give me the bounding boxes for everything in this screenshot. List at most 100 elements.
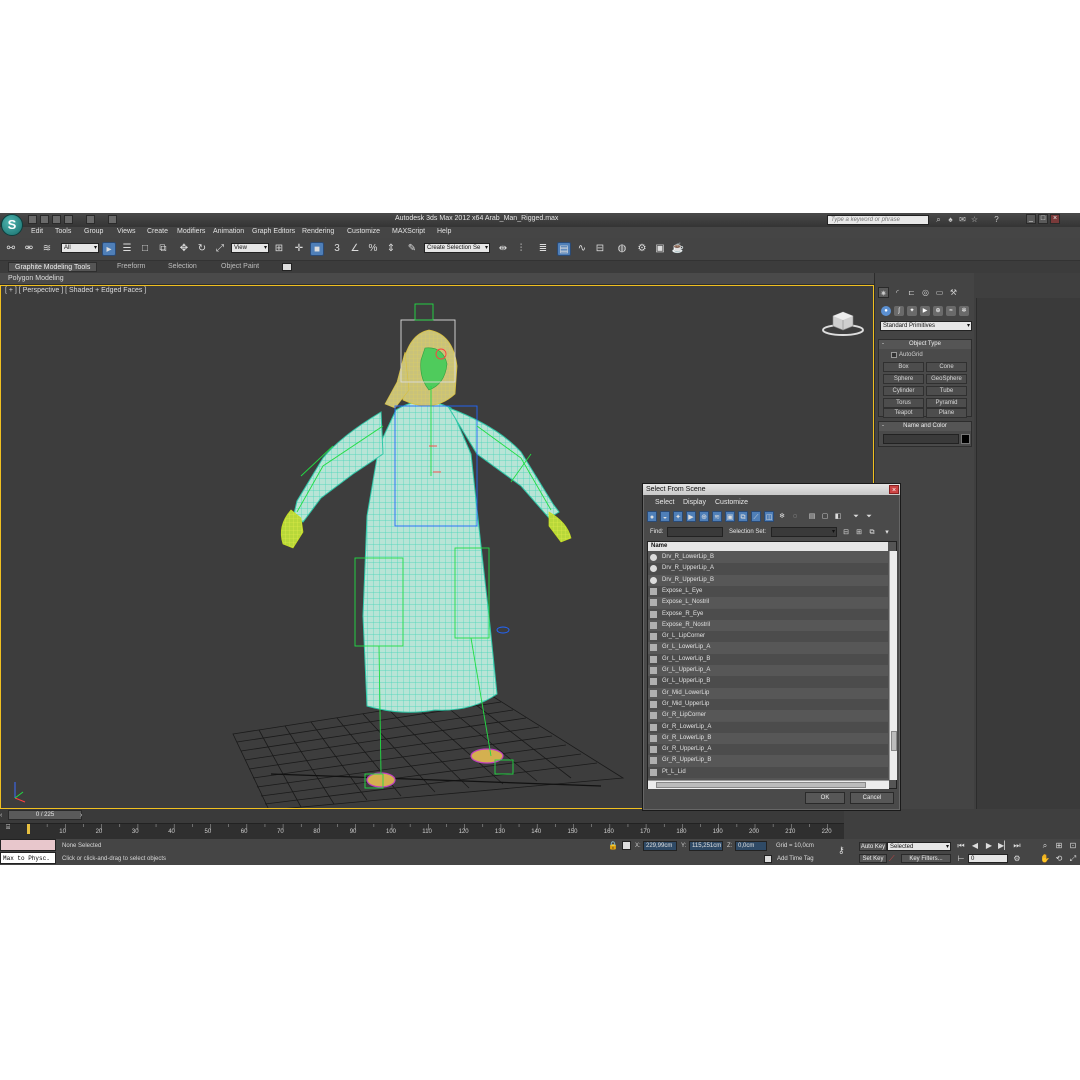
object-list-item[interactable]: Expose_L_Eye xyxy=(648,585,888,598)
orbit-icon[interactable]: ⟲ xyxy=(1054,854,1064,864)
display-groups-icon[interactable]: ▣ xyxy=(725,511,735,522)
go-to-end-icon[interactable]: ⏭ xyxy=(1012,841,1022,851)
help-icon[interactable]: ? xyxy=(992,215,1001,224)
viewcube-icon[interactable] xyxy=(821,308,865,338)
x-coord-field[interactable]: 229,99cm xyxy=(643,841,677,851)
set-key-button[interactable]: Set Key xyxy=(859,854,887,863)
slider-next-icon[interactable]: › xyxy=(80,811,87,820)
object-list-item[interactable]: Gr_L_UpperLip_A xyxy=(648,665,888,677)
object-list-item[interactable]: Gr_L_LowerLip_A xyxy=(648,642,888,654)
edit-named-selection-icon[interactable]: ✎ xyxy=(405,242,419,256)
field-of-view-icon[interactable]: ✋ xyxy=(1040,854,1050,864)
menu-modifiers[interactable]: Modifiers xyxy=(177,228,205,235)
render-production-icon[interactable]: ☕ xyxy=(671,242,685,256)
display-all-icon[interactable]: ▤ xyxy=(807,511,817,522)
tab-selection[interactable]: Selection xyxy=(162,262,203,272)
material-editor-icon[interactable]: ◍ xyxy=(615,242,629,256)
object-list-item[interactable]: Gr_L_UpperLip_B xyxy=(648,676,888,688)
align-icon[interactable]: ⫶ xyxy=(514,242,528,256)
systems-icon[interactable]: ✲ xyxy=(959,306,969,316)
geosphere-button[interactable]: GeoSphere xyxy=(926,374,967,384)
favorites-icon[interactable]: ☆ xyxy=(970,215,979,224)
menu-tools[interactable]: Tools xyxy=(55,228,71,235)
menu-maxscript[interactable]: MAXScript xyxy=(392,228,425,235)
tab-freeform[interactable]: Freeform xyxy=(111,262,151,272)
box-button[interactable]: Box xyxy=(883,362,924,372)
space-warps-icon[interactable]: ≈ xyxy=(946,306,956,316)
object-color-swatch[interactable] xyxy=(961,434,970,444)
reference-coordinate-dropdown[interactable]: View xyxy=(231,243,269,253)
undo-icon[interactable] xyxy=(64,215,73,224)
project-folder-icon[interactable] xyxy=(108,215,117,224)
filter-options-icon[interactable]: ⏷ xyxy=(864,511,874,522)
object-name-input[interactable] xyxy=(883,434,959,444)
list-horizontal-scroll-thumb[interactable] xyxy=(656,782,866,788)
zoom-extents-icon[interactable]: ⊡ xyxy=(1068,841,1078,851)
menu-group[interactable]: Group xyxy=(84,228,103,235)
set-key-icon[interactable]: ⚷ xyxy=(838,845,852,855)
sphere-button[interactable]: Sphere xyxy=(883,374,924,384)
cylinder-button[interactable]: Cylinder xyxy=(883,386,924,396)
select-object-icon[interactable]: ▸ xyxy=(102,242,116,256)
object-list-item[interactable]: Drv_R_LowerLip_B xyxy=(648,552,888,564)
window-crossing-icon[interactable]: ⧉ xyxy=(156,242,170,256)
tab-graphite-modeling-tools[interactable]: Graphite Modeling Tools xyxy=(8,262,98,272)
helpers-icon[interactable]: ⊕ xyxy=(933,306,943,316)
dialog-menu-customize[interactable]: Customize xyxy=(715,499,748,506)
mini-curve-editor-icon[interactable]: ⌸ xyxy=(6,824,18,834)
find-input[interactable] xyxy=(667,527,723,537)
utilities-tab-icon[interactable]: ⚒ xyxy=(948,287,959,298)
time-configuration-icon[interactable]: ⚙ xyxy=(1012,854,1022,864)
shapes-icon[interactable]: ʃ xyxy=(894,306,904,316)
dialog-options-icon[interactable]: ▾ xyxy=(882,527,892,538)
pyramid-button[interactable]: Pyramid xyxy=(926,398,967,408)
display-helpers-icon[interactable]: ⊕ xyxy=(699,511,709,522)
menu-help[interactable]: Help xyxy=(437,228,451,235)
link-icon[interactable]: ⚯ xyxy=(4,242,18,256)
object-list-item[interactable]: Expose_L_Nostril xyxy=(648,597,888,609)
time-tag-icon[interactable] xyxy=(764,855,772,863)
new-file-icon[interactable] xyxy=(28,215,37,224)
render-setup-icon[interactable]: ⚙ xyxy=(635,242,649,256)
display-shapes-icon[interactable]: ◒ xyxy=(660,511,670,522)
zoom-icon[interactable]: ⌕ xyxy=(1040,841,1050,851)
display-hidden-icon[interactable]: ◌ xyxy=(790,511,800,522)
menu-animation[interactable]: Animation xyxy=(213,228,244,235)
key-filters-button[interactable]: Key Filters... xyxy=(901,854,951,863)
name-and-color-header[interactable]: Name and Color xyxy=(879,422,971,431)
select-by-name-icon[interactable]: ☰ xyxy=(120,242,134,256)
display-xrefs-icon[interactable]: ⧉ xyxy=(738,511,748,522)
key-mode-dropdown[interactable]: Selected xyxy=(887,842,951,851)
next-frame-icon[interactable]: ▶▏ xyxy=(998,841,1010,851)
display-space-warps-icon[interactable]: ≋ xyxy=(712,511,722,522)
hierarchy-view-icon[interactable]: ⊟ xyxy=(841,527,851,538)
display-bones-icon[interactable]: ⟋ xyxy=(751,511,761,522)
rendered-frame-icon[interactable]: ▣ xyxy=(653,242,667,256)
lights-icon[interactable]: ✦ xyxy=(907,306,917,316)
motion-tab-icon[interactable]: ◎ xyxy=(920,287,931,298)
list-horizontal-scrollbar[interactable] xyxy=(648,780,889,789)
dialog-menu-display[interactable]: Display xyxy=(683,499,706,506)
previous-frame-icon[interactable]: ◀ xyxy=(970,841,980,851)
menu-edit[interactable]: Edit xyxy=(31,228,43,235)
tab-object-paint[interactable]: Object Paint xyxy=(215,262,265,272)
autogrid-checkbox[interactable] xyxy=(891,352,897,358)
dialog-menu-select[interactable]: Select xyxy=(655,499,674,506)
dialog-close-button[interactable]: × xyxy=(889,485,899,494)
display-tab-icon[interactable]: ▭ xyxy=(934,287,945,298)
select-dependents-icon[interactable]: ⧉ xyxy=(867,527,877,538)
cone-button[interactable]: Cone xyxy=(926,362,967,372)
viewport-label[interactable]: [ + ] [ Perspective ] [ Shaded + Edged F… xyxy=(5,287,146,294)
keyboard-shortcut-override-icon[interactable]: ■ xyxy=(310,242,324,256)
display-none-icon[interactable]: ▢ xyxy=(820,511,830,522)
lock-selection-icon[interactable]: 🔒 xyxy=(608,841,618,851)
mirror-icon[interactable]: ⇹ xyxy=(496,242,510,256)
open-file-icon[interactable] xyxy=(40,215,49,224)
display-frozen-icon[interactable]: ❄ xyxy=(777,511,787,522)
percent-snap-icon[interactable]: % xyxy=(366,242,380,256)
rotate-icon[interactable]: ↻ xyxy=(195,242,209,256)
object-list-item[interactable]: Gr_R_LowerLip_A xyxy=(648,721,888,733)
selection-filter-dropdown[interactable]: All xyxy=(61,243,99,253)
object-list-item[interactable]: Gr_R_LipCorner xyxy=(648,710,888,722)
slider-prev-icon[interactable]: ‹ xyxy=(0,811,7,820)
